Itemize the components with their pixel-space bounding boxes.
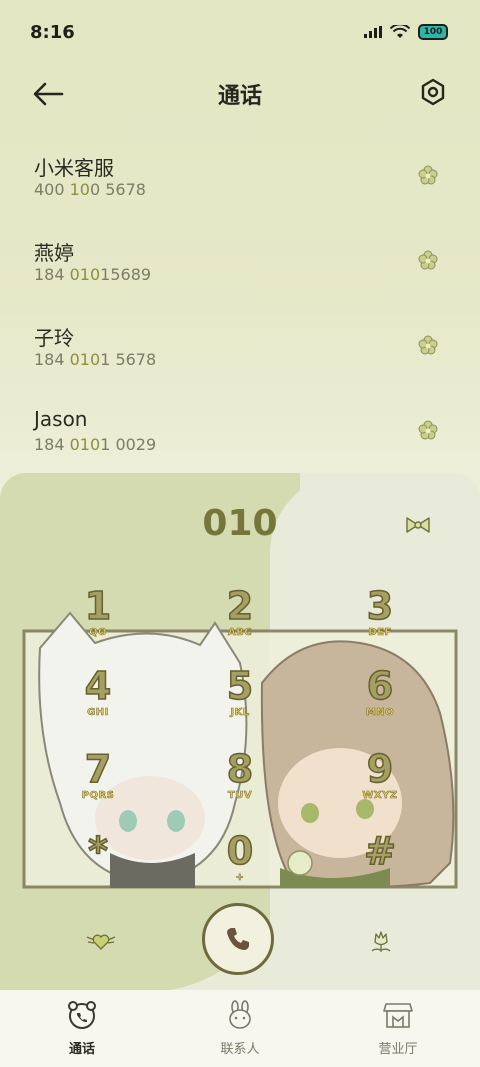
list-item[interactable]: 燕婷 184 01015689: [0, 225, 480, 310]
wifi-icon: [390, 25, 410, 38]
key-5[interactable]: 5 JKL: [180, 664, 300, 745]
tulip-icon[interactable]: [366, 928, 396, 954]
contact-number: 184 0101 5678: [34, 350, 157, 369]
contact-number: 400 100 5678: [34, 180, 146, 199]
key-6[interactable]: 6 MNO: [320, 664, 440, 745]
flower-icon[interactable]: [418, 250, 438, 270]
key-hash[interactable]: #: [320, 829, 440, 910]
key-1[interactable]: 1 QO: [38, 584, 158, 665]
contact-suggestions: 小米客服 400 100 5678 燕婷 184 01015689 子玲 184…: [0, 140, 480, 480]
contact-number: 184 0101 0029: [34, 435, 157, 454]
contact-name: 燕婷: [34, 241, 74, 265]
list-item[interactable]: Jason 184 0101 0029: [0, 395, 480, 480]
status-bar: 8:16 100: [0, 0, 480, 64]
list-item[interactable]: 子玲 184 0101 5678: [0, 310, 480, 395]
store-icon: [383, 1003, 413, 1028]
key-8[interactable]: 8 TUV: [180, 747, 300, 828]
key-0[interactable]: 0 +: [180, 829, 300, 910]
flower-icon[interactable]: [418, 165, 438, 185]
bow-icon[interactable]: [404, 515, 432, 535]
tab-label: 营业厅: [378, 1042, 418, 1057]
settings-icon[interactable]: [418, 77, 448, 107]
winged-heart-icon[interactable]: [86, 930, 116, 952]
flower-icon[interactable]: [418, 420, 438, 440]
tab-label: 通话: [68, 1042, 95, 1057]
tab-contacts[interactable]: 联系人: [180, 1000, 300, 1057]
flower-icon[interactable]: [418, 335, 438, 355]
tab-service-hall[interactable]: 营业厅: [338, 1000, 458, 1057]
bottom-navigation: 通话 联系人 营业厅: [0, 990, 480, 1067]
key-7[interactable]: 7 PQRS: [38, 747, 158, 828]
contact-name: 小米客服: [34, 156, 114, 180]
tab-calls[interactable]: 通话: [22, 1000, 142, 1057]
key-star[interactable]: *: [38, 829, 158, 910]
battery-icon: 100: [418, 24, 448, 40]
phone-icon: [227, 928, 249, 950]
call-button[interactable]: [202, 903, 274, 975]
header: 通话: [0, 70, 480, 120]
key-9[interactable]: 9 WXYZ: [320, 747, 440, 828]
contact-name: Jason: [34, 407, 88, 431]
list-item[interactable]: 小米客服 400 100 5678: [0, 140, 480, 225]
contact-number: 184 01015689: [34, 265, 152, 284]
contact-name: 子玲: [34, 326, 74, 350]
key-4[interactable]: 4 GHI: [38, 664, 158, 745]
bunny-icon: [229, 1000, 251, 1029]
status-icons: 100: [364, 24, 448, 40]
phone-bear-icon: [68, 1001, 96, 1029]
signal-icon: [364, 26, 382, 38]
status-time: 8:16: [30, 22, 75, 43]
tab-label: 联系人: [220, 1042, 260, 1057]
key-3[interactable]: 3 DEF: [320, 584, 440, 665]
page-title: 通话: [217, 84, 262, 109]
key-2[interactable]: 2 ABC: [180, 584, 300, 665]
